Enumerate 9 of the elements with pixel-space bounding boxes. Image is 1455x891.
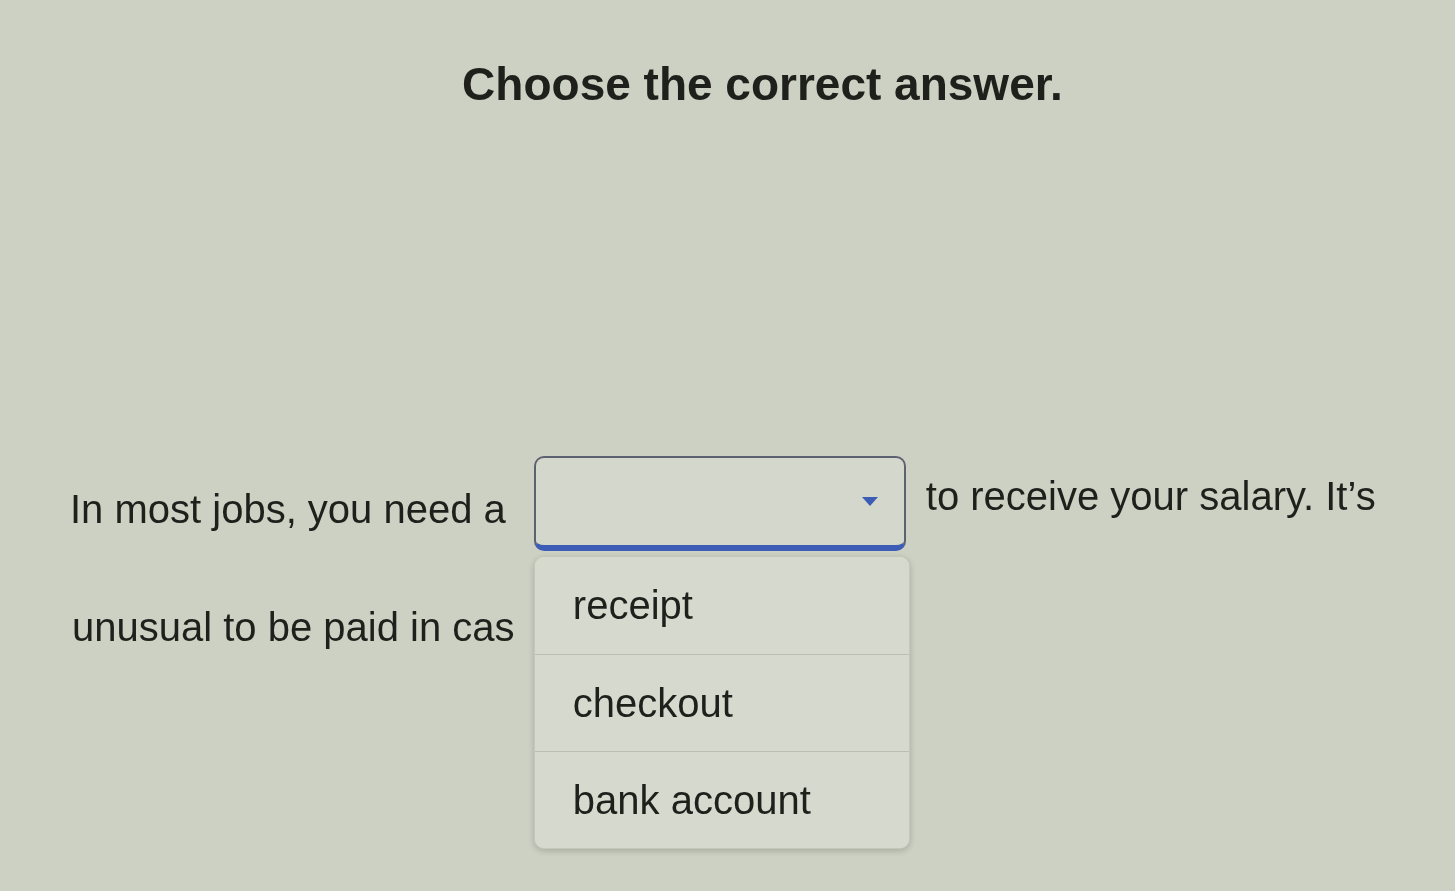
sentence-text: unusual to be paid in cas <box>72 606 515 647</box>
dropdown-option[interactable]: checkout <box>534 653 909 751</box>
dropdown-option[interactable]: receipt <box>534 556 909 654</box>
sentence-text: In most jobs, you need a <box>70 489 506 529</box>
dropdown-option[interactable]: bank account <box>534 750 909 848</box>
sentence-text: to receive your salary. It’s <box>925 476 1376 516</box>
answer-dropdown[interactable] <box>533 455 906 551</box>
caret-icon <box>861 496 878 506</box>
question-title: Choose the correct answer. <box>462 57 1063 112</box>
